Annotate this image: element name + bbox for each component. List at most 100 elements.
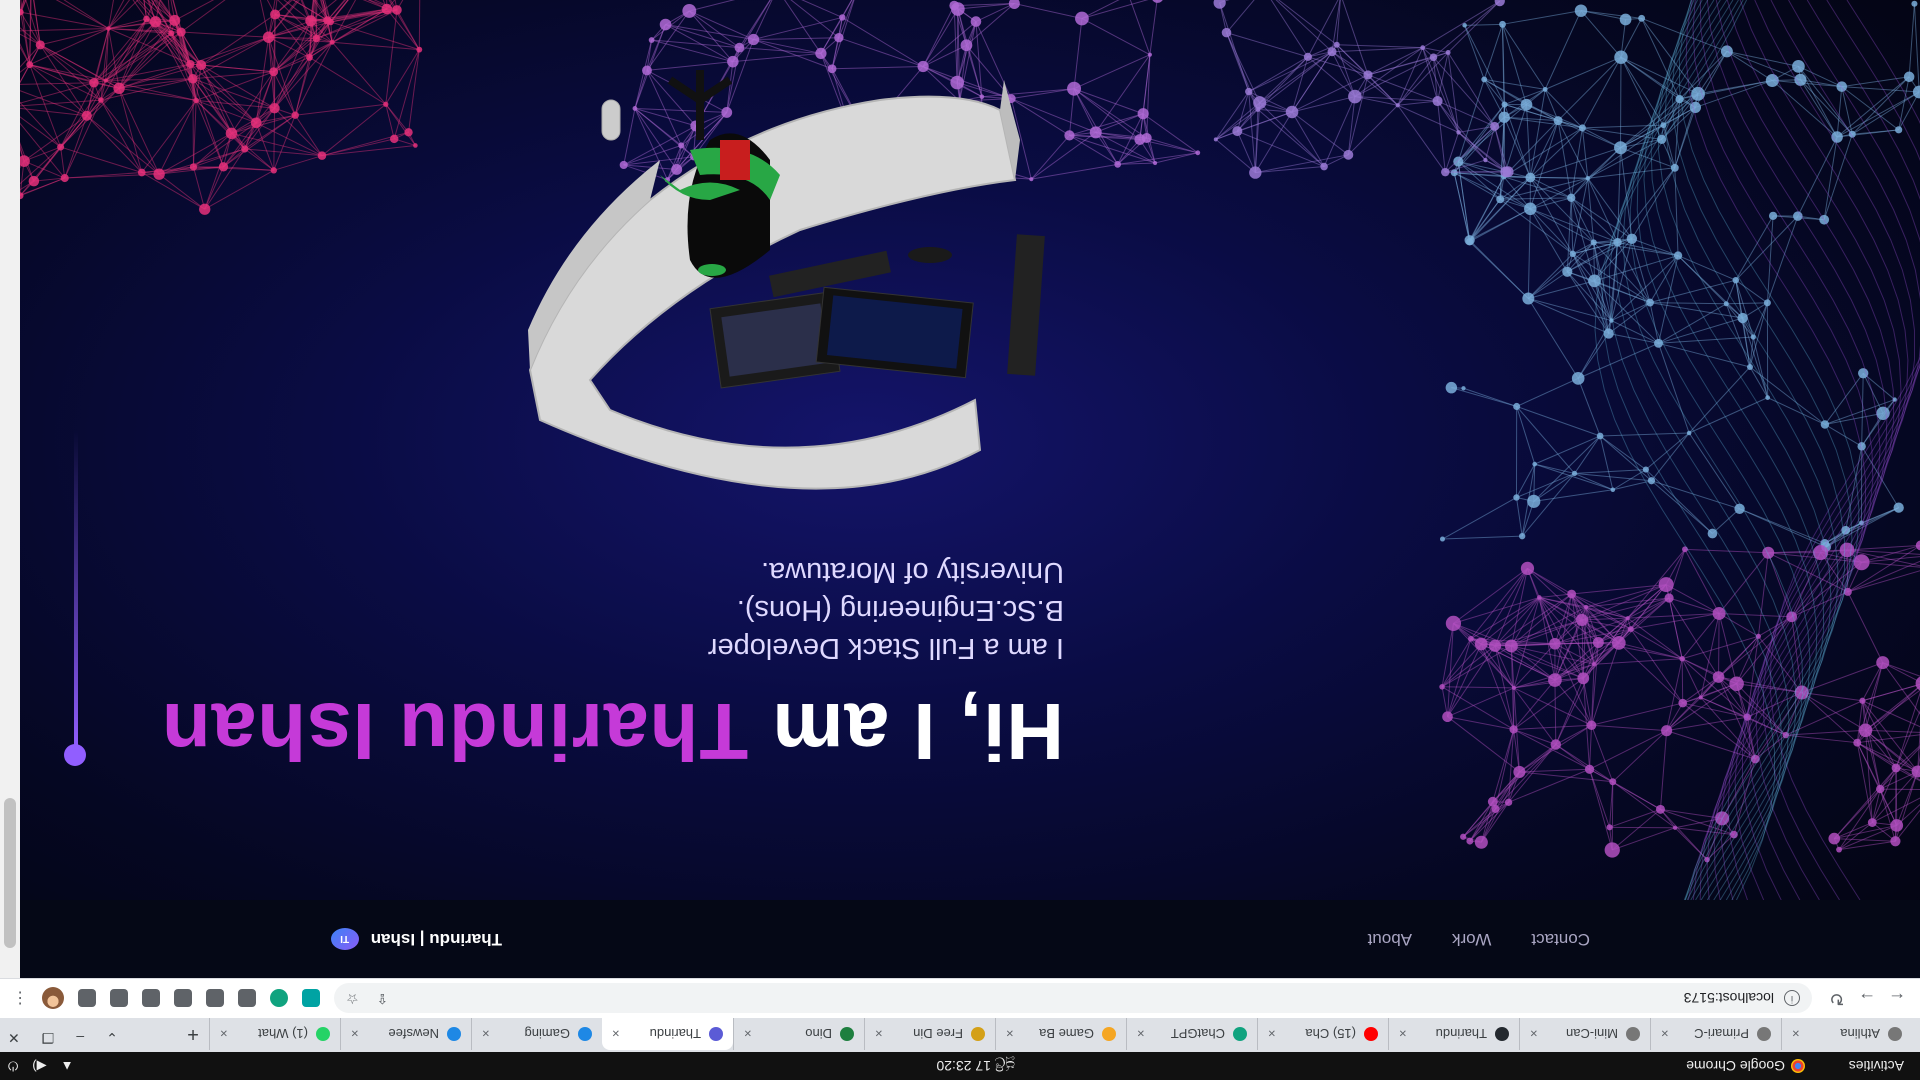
sync-icon[interactable] [238, 989, 256, 1008]
close-window-icon[interactable]: ✕ [8, 1029, 20, 1046]
os-top-bar: Activities Google Chrome ජූලි 17 23:20 ▲… [0, 1052, 1920, 1080]
window-controls: ⌄ – ❐ ✕ [8, 1029, 118, 1046]
puzzle-extensions-icon[interactable] [174, 989, 192, 1008]
network-node [1509, 725, 1518, 734]
tab-close-icon[interactable]: × [875, 1027, 883, 1042]
network-node [1519, 533, 1526, 540]
network-node [1569, 250, 1576, 258]
tab-close-icon[interactable]: × [220, 1027, 228, 1042]
browser-tab[interactable]: Tharindu × [1388, 1018, 1519, 1050]
translate-icon[interactable] [206, 989, 224, 1008]
address-bar[interactable]: i localhost:5173 ⇪ ☆ [334, 983, 1812, 1014]
tab-close-icon[interactable]: × [744, 1027, 752, 1042]
reload-button[interactable]: ↻ [1822, 988, 1852, 1009]
network-node [1553, 116, 1563, 126]
nav-link-about[interactable]: About [1368, 929, 1412, 949]
active-app-indicator[interactable]: Google Chrome [1686, 1058, 1805, 1074]
network-node [305, 15, 317, 27]
forward-button[interactable]: → [1852, 988, 1882, 1009]
new-tab-button[interactable]: + [177, 1018, 209, 1050]
site-logo-link[interactable]: Tharindu | Ishan TI [330, 928, 502, 950]
network-node [241, 145, 249, 153]
back-button[interactable]: ← [1882, 988, 1912, 1009]
network-node [1137, 108, 1149, 120]
desk-setup-3d-model[interactable] [490, 60, 1130, 520]
profile-avatar[interactable] [42, 987, 64, 1010]
network-node [1504, 639, 1518, 653]
minimize-icon[interactable]: – [76, 1029, 84, 1046]
bookmark-star-icon[interactable]: ☆ [346, 990, 359, 1007]
tab-close-icon[interactable]: × [1268, 1027, 1276, 1042]
nav-link-work[interactable]: Work [1452, 929, 1491, 949]
network-node [1689, 101, 1702, 114]
network-node [1320, 162, 1328, 171]
tab-close-icon[interactable]: × [612, 1027, 620, 1042]
network-node [218, 162, 229, 172]
browser-tab[interactable]: Athlina × [1781, 1018, 1912, 1050]
network-node [1348, 89, 1362, 104]
network-node [1893, 502, 1904, 513]
tab-close-icon[interactable]: × [351, 1027, 359, 1042]
page-viewport: Hi, I am Tharindu Ishan I am a Full Stac… [0, 0, 1920, 978]
scrollbar-thumb[interactable] [4, 798, 16, 948]
network-node [103, 78, 108, 83]
network-node [317, 151, 327, 160]
tab-close-icon[interactable]: × [1006, 1027, 1014, 1042]
tab-close-icon[interactable]: × [1661, 1027, 1669, 1042]
reading-list-icon[interactable] [142, 989, 160, 1008]
extension-icon[interactable] [302, 989, 320, 1008]
browser-tab[interactable]: ChatGPT × [1126, 1018, 1257, 1050]
browser-tab[interactable]: Dino × [733, 1018, 864, 1050]
tab-close-icon[interactable]: × [1530, 1027, 1538, 1042]
browser-tab[interactable]: Newsfee × [340, 1018, 471, 1050]
nav-link-contact[interactable]: Contact [1531, 929, 1590, 949]
grammarly-icon[interactable] [270, 989, 288, 1008]
tab-close-icon[interactable]: × [1792, 1027, 1800, 1042]
restore-icon[interactable]: ❐ [42, 1029, 55, 1046]
site-info-icon[interactable]: i [1784, 990, 1800, 1007]
browser-tab[interactable]: Gaming × [471, 1018, 602, 1050]
tab-title: Gaming [524, 1026, 570, 1042]
network-node [98, 97, 104, 103]
network-node [1513, 494, 1520, 501]
network-node [1213, 137, 1218, 142]
network-node [1571, 372, 1585, 385]
network-node [1461, 386, 1466, 391]
network-node [89, 78, 99, 88]
browser-tab[interactable]: Tharindu × [602, 1018, 733, 1050]
page-scrollbar[interactable] [0, 0, 20, 978]
tab-close-icon[interactable]: × [482, 1027, 490, 1042]
browser-tab[interactable]: (15) Cha × [1257, 1018, 1388, 1050]
network-node [1903, 71, 1915, 83]
share-icon[interactable]: ⇪ [377, 990, 389, 1007]
network-node [416, 46, 423, 53]
tab-title: Tharindu [1435, 1026, 1487, 1042]
browser-tab[interactable]: Game Ba × [995, 1018, 1126, 1050]
system-tray[interactable]: ▲ ◀) ⏻ [8, 1058, 74, 1074]
side-panel-icon[interactable] [78, 989, 96, 1008]
download-icon[interactable] [110, 989, 128, 1008]
hero-line-role: I am a Full Stack Developer [707, 632, 1064, 664]
network-node [815, 47, 827, 60]
network-node [381, 3, 393, 15]
network-node [1567, 589, 1577, 599]
network-node [1765, 74, 1779, 88]
browser-tab[interactable]: (1) What × [209, 1018, 340, 1050]
network-node [137, 168, 146, 177]
tab-strip: ⌄ – ❐ ✕ Athlina × Primari-C × Mini-Can × Tharindu ×… [0, 1018, 1920, 1052]
network-node [199, 203, 211, 215]
browser-tab[interactable]: Free Din × [864, 1018, 995, 1050]
menu-kebab-icon[interactable]: ⋮ [12, 989, 28, 1009]
tab-search-icon[interactable]: ⌄ [106, 1029, 118, 1046]
browser-tab[interactable]: Primari-C × [1650, 1018, 1781, 1050]
chrome-icon [1791, 1059, 1805, 1073]
activities-button[interactable]: Activities [1849, 1058, 1904, 1074]
clock[interactable]: ජූලි 17 23:20 [936, 1058, 1015, 1075]
tab-close-icon[interactable]: × [1399, 1027, 1407, 1042]
network-node [1876, 406, 1890, 421]
network-node [839, 14, 846, 21]
browser-tab[interactable]: Mini-Can × [1519, 1018, 1650, 1050]
network-node [1429, 53, 1438, 62]
tab-close-icon[interactable]: × [1137, 1027, 1145, 1042]
network-node [1585, 175, 1591, 181]
